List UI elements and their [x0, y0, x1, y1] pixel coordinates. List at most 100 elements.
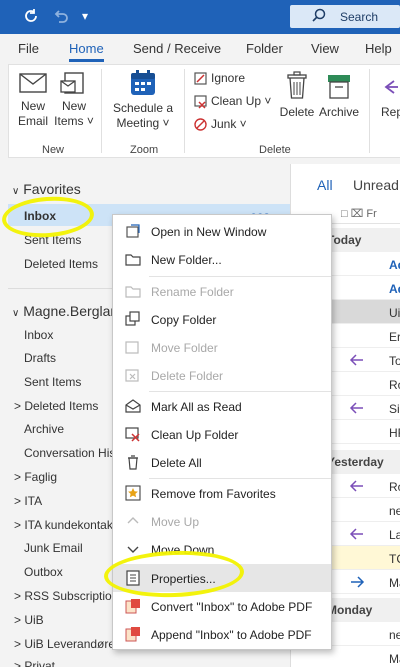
menu-convert-to-pdf[interactable]: Convert "Inbox" to Adobe PDF — [113, 592, 331, 620]
folder-ita-kundekontakt[interactable]: > ITA kundekontakt — [14, 518, 116, 532]
move-folder-icon — [125, 339, 141, 355]
mark-read-icon — [125, 398, 141, 414]
clean-up-button[interactable]: Clean Up ˅ — [193, 94, 271, 109]
undo-icon[interactable] — [52, 7, 70, 30]
menu-remove-from-favorites[interactable]: Remove from Favorites — [113, 479, 331, 507]
menu-copy-folder[interactable]: Copy Folder — [113, 305, 331, 333]
folder-drafts[interactable]: Drafts — [24, 351, 56, 365]
folder-outbox[interactable]: Outbox — [24, 565, 63, 579]
chevron-down-icon: ∨ — [12, 308, 20, 319]
new-email-label-2: Email — [17, 114, 48, 128]
ignore-label: Ignore — [211, 71, 246, 85]
new-email-icon — [19, 73, 47, 93]
junk-label: Junk ˅ — [211, 117, 247, 131]
ribbon-divider — [369, 69, 370, 153]
ribbon-divider — [101, 69, 102, 153]
message-sender: Ma — [389, 576, 400, 590]
message-sender: Ad — [389, 258, 400, 272]
message-sender: To — [389, 354, 400, 368]
menu-label: Append "Inbox" to Adobe PDF — [151, 628, 312, 642]
tab-send-receive[interactable]: Send / Receive — [133, 41, 221, 56]
new-folder-icon — [125, 251, 141, 267]
star-icon — [125, 485, 141, 501]
menu-clean-up-folder[interactable]: Clean Up Folder — [113, 420, 331, 448]
tab-home[interactable]: Home — [69, 41, 104, 62]
menu-new-folder[interactable]: New Folder... — [113, 245, 331, 273]
calendar-icon — [131, 70, 155, 95]
favorites-header-label: Favorites — [23, 181, 81, 197]
reply-arrow-icon — [349, 479, 365, 496]
menu-delete-all[interactable]: Delete All — [113, 448, 331, 476]
copy-folder-icon — [125, 311, 141, 327]
message-sender: Err — [389, 330, 400, 344]
folder-uib[interactable]: > UiB — [14, 613, 44, 627]
favorite-deleted-items[interactable]: Deleted Items — [24, 257, 98, 271]
message-sender: ne — [389, 504, 400, 518]
new-items-label-2: Items ˅ — [54, 114, 94, 128]
folder-deleted-items[interactable]: > Deleted Items — [14, 399, 98, 413]
menu-append-to-pdf[interactable]: Append "Inbox" to Adobe PDF — [113, 620, 331, 648]
menu-mark-all-as-read[interactable]: Mark All as Read — [113, 392, 331, 420]
ignore-button[interactable]: Ignore — [193, 71, 245, 86]
schedule-meeting-button[interactable]: Schedule a Meeting ˅ — [107, 69, 179, 131]
menu-label: Rename Folder — [151, 285, 234, 299]
folder-inbox[interactable]: Inbox — [24, 328, 53, 342]
tab-view[interactable]: View — [311, 41, 339, 56]
archive-button[interactable]: Archive — [317, 71, 361, 120]
search-box[interactable]: Search — [290, 5, 400, 28]
clean-up-icon — [194, 95, 207, 109]
folder-conversation-history[interactable]: Conversation His — [24, 446, 115, 460]
tab-all[interactable]: All — [317, 177, 333, 193]
favorites-header[interactable]: ∨ Favorites — [12, 181, 81, 197]
new-items-button[interactable]: New Items ˅ — [53, 71, 95, 129]
new-email-label-1: New — [20, 99, 45, 113]
schedule-label-2: Meeting ˅ — [116, 116, 170, 130]
reply-label: Rep — [380, 105, 400, 119]
customize-toolbar-icon[interactable]: ▾ — [82, 9, 88, 23]
message-sender: ne — [389, 628, 400, 642]
tab-unread[interactable]: Unread — [353, 177, 399, 193]
pdf-convert-icon — [125, 598, 141, 614]
account-header[interactable]: ∨ Magne.Berglan — [12, 303, 118, 319]
ignore-icon — [194, 72, 207, 85]
menu-rename-folder[interactable]: Rename Folder — [113, 277, 331, 305]
menu-label: Delete All — [151, 456, 202, 470]
new-email-button[interactable]: New Email — [13, 71, 53, 129]
search-icon — [312, 8, 326, 22]
menu-open-in-new-window[interactable]: Open in New Window — [113, 217, 331, 245]
delete-folder-icon — [125, 367, 141, 383]
message-sender: Ro — [389, 378, 400, 392]
open-window-icon — [125, 223, 141, 239]
folder-uib-leverandorer[interactable]: > UiB Leverandører — [14, 637, 119, 651]
delete-label: Delete — [279, 105, 315, 119]
reply-button[interactable]: Rep — [377, 71, 400, 120]
menu-label: Delete Folder — [151, 369, 224, 383]
reply-icon — [384, 80, 398, 94]
menu-label: Remove from Favorites — [151, 487, 276, 501]
tab-help[interactable]: Help — [365, 41, 392, 56]
tab-folder[interactable]: Folder — [246, 41, 283, 56]
menu-move-up[interactable]: Move Up — [113, 507, 331, 535]
folder-ita[interactable]: > ITA — [14, 494, 42, 508]
menu-label: Mark All as Read — [151, 400, 242, 414]
folder-faglig[interactable]: > Faglig — [14, 470, 57, 484]
pdf-append-icon — [125, 626, 141, 642]
sync-icon[interactable] — [22, 7, 40, 30]
menu-delete-folder[interactable]: Delete Folder — [113, 361, 331, 389]
group-label-new: New — [42, 144, 65, 156]
tab-file[interactable]: File — [18, 41, 39, 56]
folder-archive[interactable]: Archive — [24, 422, 64, 436]
ribbon: New Email New Items ˅ New Schedule a Mee… — [8, 64, 400, 158]
forward-arrow-icon — [349, 575, 365, 592]
message-sender: Sic — [389, 402, 400, 416]
message-sender: Uil — [389, 306, 400, 320]
folder-rss-subscriptions[interactable]: > RSS Subscription — [14, 589, 118, 603]
delete-button[interactable]: Delete — [279, 71, 315, 120]
junk-button[interactable]: Junk ˅ — [193, 117, 247, 132]
folder-junk-email[interactable]: Junk Email — [24, 541, 83, 555]
menu-move-folder[interactable]: Move Folder — [113, 333, 331, 361]
reply-arrow-icon — [349, 401, 365, 418]
folder-privat[interactable]: > Privat — [14, 659, 55, 667]
message-sender: Ro — [389, 480, 400, 494]
folder-sent-items[interactable]: Sent Items — [24, 375, 81, 389]
